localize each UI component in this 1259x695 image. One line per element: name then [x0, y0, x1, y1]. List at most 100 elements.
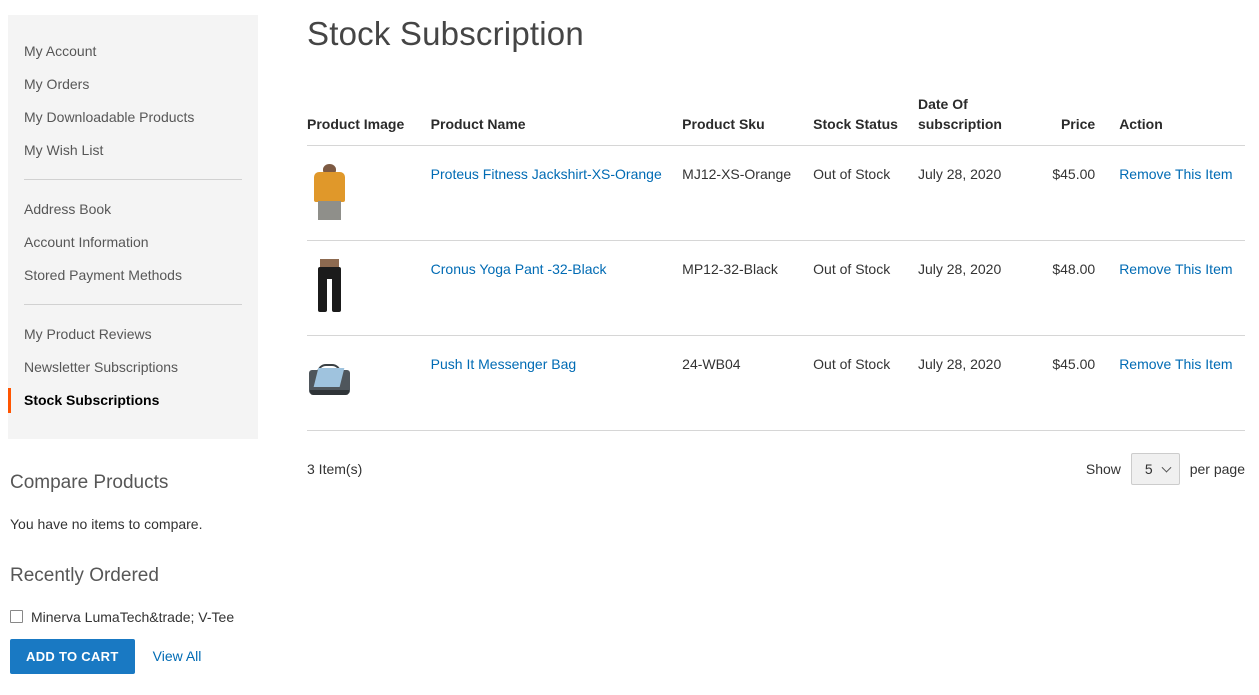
- column-header-stock-status: Stock Status: [813, 93, 918, 146]
- sidebar-item-stored-payment-methods[interactable]: Stored Payment Methods: [8, 259, 258, 292]
- cell-date: July 28, 2020: [917, 335, 1049, 431]
- nav-group-subscriptions: My Product Reviews Newsletter Subscripti…: [8, 318, 258, 417]
- thumbnail-part: [318, 266, 341, 279]
- bag-thumbnail[interactable]: [307, 353, 352, 410]
- sidebar-item-label: My Wish List: [24, 142, 104, 158]
- cell-action: Remove This Item: [1119, 335, 1245, 431]
- account-navigation: My Account My Orders My Downloadable Pro…: [8, 15, 258, 439]
- thumbnail-part: [310, 389, 349, 395]
- sidebar-item-my-orders[interactable]: My Orders: [8, 68, 258, 101]
- sidebar: My Account My Orders My Downloadable Pro…: [8, 15, 258, 674]
- per-page-selected-value: 5: [1144, 460, 1153, 477]
- per-page-label: per page: [1189, 460, 1245, 477]
- recently-ordered-checkbox[interactable]: [10, 610, 23, 624]
- recently-ordered-product-label: Minerva LumaTech&trade; V-Tee: [31, 608, 235, 625]
- cell-product-sku: 24-WB04: [682, 335, 814, 431]
- nav-divider: [24, 304, 242, 305]
- stock-subscription-table: Product Image Product Name Product Sku S…: [307, 93, 1245, 431]
- sidebar-item-label: My Downloadable Products: [24, 109, 195, 125]
- remove-this-item-link[interactable]: Remove This Item: [1119, 356, 1232, 372]
- cell-stock-status: Out of Stock: [813, 240, 918, 336]
- recently-ordered-actions: ADD TO CART View All: [10, 638, 256, 674]
- compare-products-title: Compare Products: [10, 472, 169, 493]
- cell-action: Remove This Item: [1119, 145, 1245, 241]
- product-name-link[interactable]: Push It Messenger Bag: [431, 356, 577, 372]
- thumbnail-part: [332, 277, 341, 312]
- thumbnail-part: [313, 367, 345, 387]
- table-row: Cronus Yoga Pant -32-Black MP12-32-Black…: [307, 240, 1245, 336]
- sidebar-item-my-account[interactable]: My Account: [8, 35, 258, 68]
- chevron-down-icon: [1161, 462, 1172, 473]
- sidebar-item-my-downloadable-products[interactable]: My Downloadable Products: [8, 101, 258, 134]
- sidebar-item-label: Address Book: [24, 201, 112, 217]
- sidebar-item-label: Stock Subscriptions: [24, 392, 160, 408]
- sidebar-item-my-wish-list[interactable]: My Wish List: [8, 134, 258, 167]
- table-row: Proteus Fitness Jackshirt-XS-Orange MJ12…: [307, 145, 1245, 241]
- cell-product-image: [307, 335, 431, 431]
- sidebar-item-my-product-reviews[interactable]: My Product Reviews: [8, 318, 258, 351]
- column-header-price: Price: [1048, 93, 1120, 146]
- column-header-product-image: Product Image: [307, 93, 431, 146]
- remove-this-item-link[interactable]: Remove This Item: [1119, 166, 1232, 182]
- table-head: Product Image Product Name Product Sku S…: [307, 93, 1245, 146]
- compare-products-empty-text: You have no items to compare.: [10, 515, 203, 532]
- pants-thumbnail[interactable]: [307, 258, 352, 315]
- sidebar-item-label: Newsletter Subscriptions: [24, 359, 179, 375]
- column-header-date-of-subscription: Date Of subscription: [917, 93, 1049, 146]
- per-page-limiter: Show 5 per page: [1085, 452, 1245, 485]
- cell-price: $45.00: [1048, 145, 1120, 241]
- compare-products-block: Compare Products You have no items to co…: [8, 472, 258, 532]
- table-row: Push It Messenger Bag 24-WB04 Out of Sto…: [307, 335, 1245, 431]
- cell-stock-status: Out of Stock: [813, 335, 918, 431]
- per-page-select[interactable]: 5: [1130, 452, 1180, 485]
- column-header-product-sku: Product Sku: [682, 93, 814, 146]
- cell-product-sku: MJ12-XS-Orange: [682, 145, 814, 241]
- nav-divider: [24, 179, 242, 180]
- sidebar-item-label: Account Information: [24, 234, 149, 250]
- view-all-link[interactable]: View All: [153, 648, 202, 664]
- sidebar-item-label: My Orders: [24, 76, 90, 92]
- cell-date: July 28, 2020: [917, 145, 1049, 241]
- recently-ordered-block: Recently Ordered Minerva LumaTech&trade;…: [8, 564, 258, 674]
- add-to-cart-button[interactable]: ADD TO CART: [10, 638, 135, 674]
- product-name-link[interactable]: Proteus Fitness Jackshirt-XS-Orange: [431, 166, 662, 182]
- column-header-action: Action: [1119, 93, 1245, 146]
- product-name-link[interactable]: Cronus Yoga Pant -32-Black: [431, 261, 607, 277]
- cell-price: $45.00: [1048, 335, 1120, 431]
- cell-product-image: [307, 240, 431, 336]
- table-header-row: Product Image Product Name Product Sku S…: [307, 93, 1245, 146]
- main-content: Stock Subscription Product Image Product…: [307, 14, 1259, 485]
- item-count: 3 Item(s): [307, 460, 363, 477]
- remove-this-item-link[interactable]: Remove This Item: [1119, 261, 1232, 277]
- nav-group-address: Address Book Account Information Stored …: [8, 193, 258, 292]
- thumbnail-part: [318, 277, 327, 312]
- cell-stock-status: Out of Stock: [813, 145, 918, 241]
- active-indicator-bar: [8, 388, 11, 413]
- cell-product-image: [307, 145, 431, 241]
- sidebar-item-label: Stored Payment Methods: [24, 267, 182, 283]
- thumbnail-part: [314, 171, 345, 202]
- page-title: Stock Subscription: [307, 15, 584, 52]
- cell-action: Remove This Item: [1119, 240, 1245, 336]
- sidebar-item-stock-subscriptions[interactable]: Stock Subscriptions: [8, 384, 258, 417]
- cell-date: July 28, 2020: [917, 240, 1049, 336]
- sidebar-item-label: My Product Reviews: [24, 326, 152, 342]
- list-item: Minerva LumaTech&trade; V-Tee: [10, 609, 256, 625]
- sidebar-item-label: My Account: [24, 43, 97, 59]
- sidebar-item-address-book[interactable]: Address Book: [8, 193, 258, 226]
- show-label: Show: [1085, 460, 1121, 477]
- table-body: Proteus Fitness Jackshirt-XS-Orange MJ12…: [307, 145, 1245, 431]
- cell-product-sku: MP12-32-Black: [682, 240, 814, 336]
- nav-group-account: My Account My Orders My Downloadable Pro…: [8, 35, 258, 167]
- sidebar-item-account-information[interactable]: Account Information: [8, 226, 258, 259]
- jacket-thumbnail[interactable]: [307, 163, 352, 220]
- cell-product-name: Cronus Yoga Pant -32-Black: [430, 240, 683, 336]
- account-page: My Account My Orders My Downloadable Pro…: [0, 0, 1259, 695]
- cell-product-name: Proteus Fitness Jackshirt-XS-Orange: [430, 145, 683, 241]
- sidebar-item-newsletter-subscriptions[interactable]: Newsletter Subscriptions: [8, 351, 258, 384]
- cell-price: $48.00: [1048, 240, 1120, 336]
- table-toolbar: 3 Item(s) Show 5 per page: [307, 452, 1245, 485]
- recently-ordered-title: Recently Ordered: [10, 564, 159, 586]
- thumbnail-part: [318, 200, 341, 220]
- column-header-product-name: Product Name: [430, 93, 683, 146]
